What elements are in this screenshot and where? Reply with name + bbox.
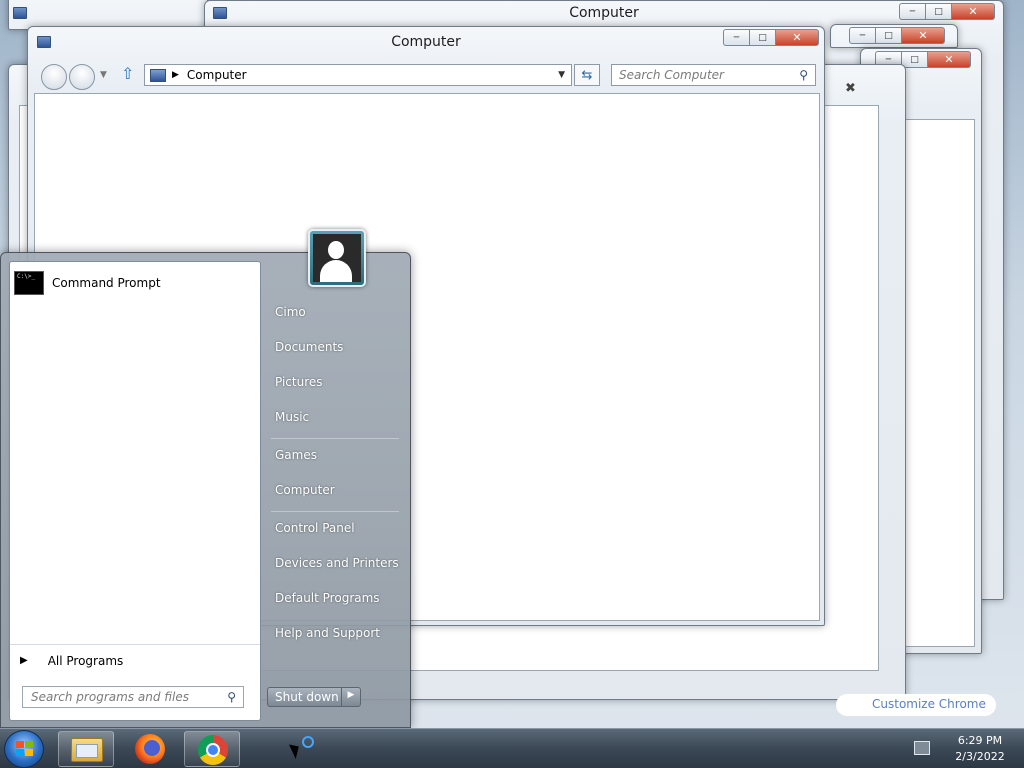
breadcrumb-computer[interactable]: Computer (187, 68, 247, 82)
search-icon: ⚲ (227, 690, 236, 704)
close-button[interactable]: ✕ (951, 3, 995, 20)
user-avatar[interactable] (308, 229, 366, 287)
recent-pages-icon[interactable]: ▼ (100, 70, 107, 80)
firefox-icon[interactable] (135, 734, 165, 764)
address-bar[interactable]: ▶ Computer ▼ (144, 64, 572, 86)
window-system-icon (13, 7, 27, 19)
windows-logo-icon (16, 741, 34, 758)
start-button[interactable] (4, 730, 44, 768)
window-controls: ─ □ ✕ (723, 29, 819, 46)
shutdown-button[interactable]: Shut down (268, 688, 342, 706)
arrow-right-icon: ▶ (20, 655, 28, 666)
maximize-button[interactable]: □ (901, 51, 927, 68)
start-search-input[interactable]: Search programs and files ⚲ (22, 686, 244, 708)
start-item-music[interactable]: Music (267, 404, 403, 432)
all-programs-label: All Programs (47, 653, 124, 668)
shutdown-control: Shut down ▶ (267, 687, 361, 707)
computer-icon (150, 68, 166, 82)
background-window-2[interactable]: ─ □ ✕ (830, 24, 958, 48)
address-dropdown-icon[interactable]: ▼ (558, 70, 565, 80)
clock-time: 6:29 PM (957, 734, 1003, 747)
start-item-default-programs[interactable]: Default Programs (267, 585, 403, 613)
taskbar-chrome-button[interactable] (184, 731, 240, 767)
window-controls: ─ □ ✕ (899, 3, 995, 20)
start-menu-programs-pane: C:\>_ Command Prompt ▶ All Programs Sear… (9, 261, 261, 721)
search-placeholder: Search Computer (619, 68, 724, 82)
start-item-documents[interactable]: Documents (267, 334, 403, 362)
maximize-button[interactable]: □ (875, 27, 901, 44)
taskbar-explorer-button[interactable] (58, 731, 114, 767)
close-button[interactable]: ✕ (901, 27, 945, 44)
program-label: Command Prompt (52, 276, 161, 290)
network-icon[interactable] (914, 741, 930, 755)
taskbar: 6:29 PM 2/3/2022 (0, 728, 1024, 768)
minimize-button[interactable]: ─ (723, 29, 749, 46)
maximize-button[interactable]: □ (925, 3, 951, 20)
customize-chrome-link[interactable]: Customize Chrome (836, 694, 996, 716)
up-icon[interactable]: ⇧ (121, 64, 134, 83)
start-item-devices-printers[interactable]: Devices and Printers (267, 550, 403, 578)
window-title: Computer (569, 5, 639, 21)
window-controls: ─ □ ✕ (849, 27, 945, 44)
program-command-prompt[interactable]: C:\>_ Command Prompt (14, 268, 258, 298)
all-programs-button[interactable]: ▶ All Programs (10, 644, 260, 676)
minimize-button[interactable]: ─ (849, 27, 875, 44)
close-button[interactable]: ✕ (775, 29, 819, 46)
busy-cursor-icon (302, 736, 314, 748)
start-item-pictures[interactable]: Pictures (267, 369, 403, 397)
forward-button[interactable] (69, 64, 95, 90)
chrome-icon (198, 735, 228, 765)
command-prompt-icon: C:\>_ (14, 271, 44, 295)
start-item-computer[interactable]: Computer (267, 477, 403, 505)
system-clock[interactable]: 6:29 PM 2/3/2022 (948, 733, 1012, 765)
minimize-button[interactable]: ─ (899, 3, 925, 20)
start-item-user[interactable]: Cimo (267, 299, 403, 327)
start-item-games[interactable]: Games (267, 442, 403, 470)
search-computer-input[interactable]: Search Computer ⚲ (611, 64, 816, 86)
clock-date: 2/3/2022 (955, 750, 1005, 763)
close-button[interactable]: ✕ (927, 51, 971, 68)
maximize-button[interactable]: □ (749, 29, 775, 46)
refresh-button[interactable]: ⇆ (574, 64, 600, 86)
close-icon[interactable]: ✖ (845, 81, 856, 96)
window-title: Computer (391, 34, 461, 50)
breadcrumb-arrow-icon[interactable]: ▶ (172, 70, 179, 80)
windows-explorer-icon (71, 738, 103, 762)
back-button[interactable] (41, 64, 67, 90)
menu-separator (271, 438, 399, 439)
start-item-help-support[interactable]: Help and Support (267, 620, 403, 648)
shutdown-options-arrow-icon[interactable]: ▶ (342, 688, 360, 706)
search-placeholder: Search programs and files (31, 690, 189, 704)
search-icon: ⚲ (799, 68, 808, 82)
menu-separator (271, 511, 399, 512)
start-item-control-panel[interactable]: Control Panel (267, 515, 403, 543)
start-menu: C:\>_ Command Prompt ▶ All Programs Sear… (0, 229, 411, 728)
